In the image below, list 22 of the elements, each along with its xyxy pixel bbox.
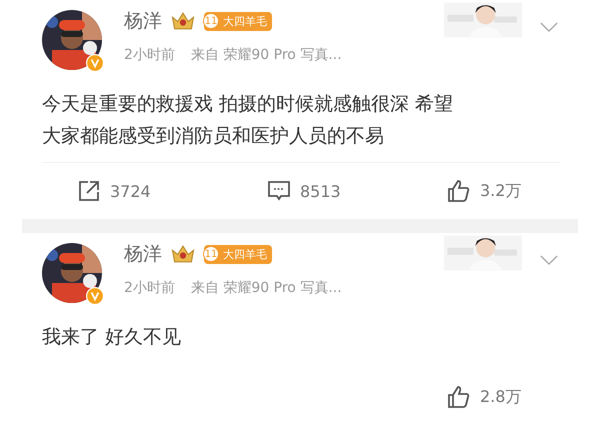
comment-icon[interactable] [268, 180, 290, 202]
thumbs-up-icon[interactable] [448, 386, 470, 408]
post-time: 2小时前 [124, 279, 175, 297]
stat-count: 3724 [110, 182, 151, 200]
post-text: 我来了 好久不见 [42, 325, 182, 350]
post-time: 2小时前 [124, 46, 175, 64]
fan-club-name: 大四羊毛 [223, 14, 267, 28]
fan-club-name: 大四羊毛 [223, 246, 267, 262]
level-badge: 11 [203, 13, 219, 29]
author-name[interactable]: 杨洋 [124, 241, 162, 267]
post-source: 来自 荣耀90 Pro 写真... [190, 46, 342, 64]
level-badge: 11 [203, 246, 219, 262]
stat-count: 2.8万 [480, 386, 522, 408]
thumbs-up-icon[interactable] [448, 180, 470, 202]
author-name[interactable]: 杨洋 [124, 8, 162, 34]
stat-count: 3.2万 [480, 180, 522, 202]
stat-count: 8513 [300, 182, 341, 200]
post-text: 今天是重要的救援戏 拍摄的时候就感触很深 希望 大家都能感受到消防员和医护人员的不易 [42, 92, 454, 149]
crown-icon [170, 10, 196, 32]
crown-icon [170, 244, 196, 264]
share-icon[interactable] [78, 180, 100, 202]
post-source: 来自 荣耀90 Pro 写真... [190, 279, 342, 297]
